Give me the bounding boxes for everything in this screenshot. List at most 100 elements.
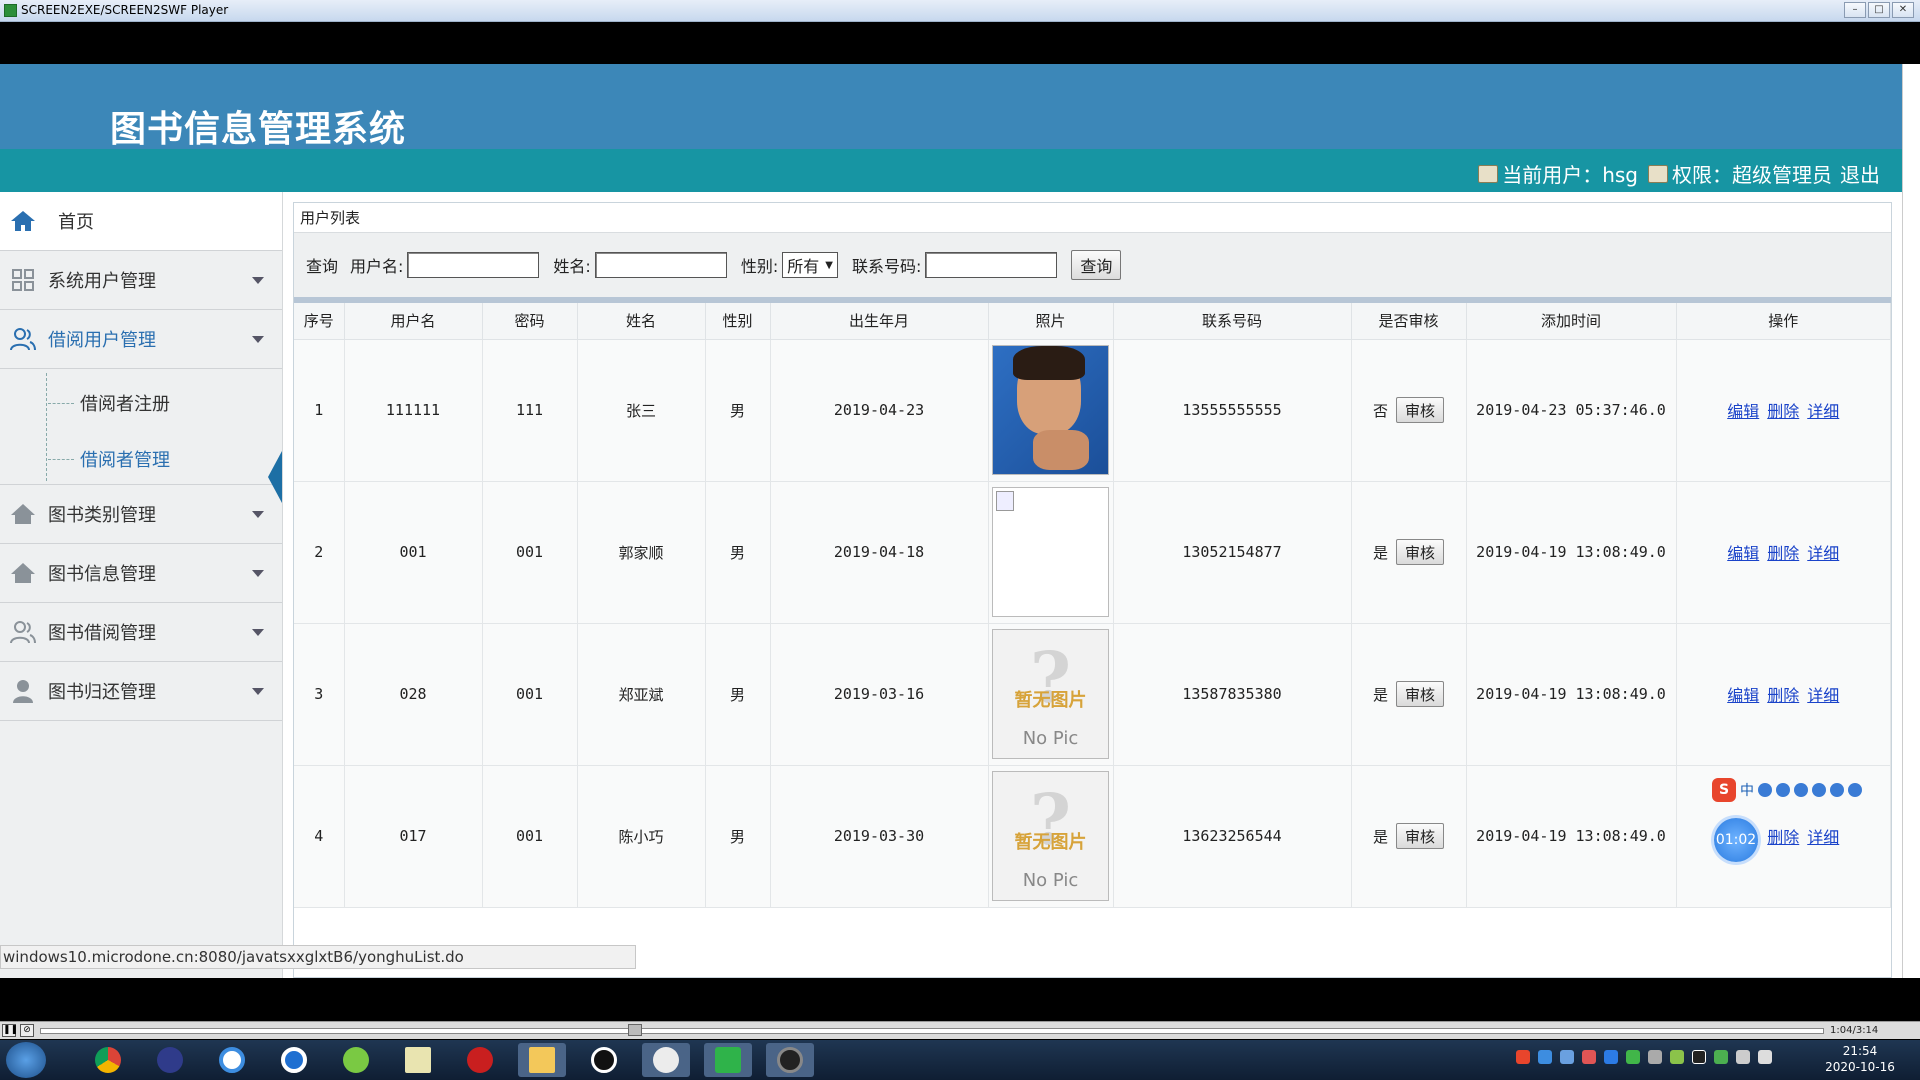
sogou-icon: S (1712, 778, 1736, 802)
col-header: 用户名 (344, 303, 483, 340)
edit-link[interactable]: 编辑 (1727, 402, 1759, 421)
cell-added: 2019-04-19 13:08:49.0 (1466, 623, 1677, 766)
name-input[interactable] (594, 252, 727, 278)
timer-bubble[interactable]: 01:02 (1714, 818, 1758, 862)
chrome-icon[interactable] (84, 1043, 132, 1077)
sogou-tray-icon[interactable] (1516, 1050, 1530, 1064)
edit-link[interactable]: 编辑 (1727, 544, 1759, 563)
logout-link[interactable]: 退出 (1840, 159, 1880, 188)
volume-icon[interactable] (1648, 1050, 1662, 1064)
video-player-bar: ❚❚ ⊘ 1:04/3:14 (0, 1021, 1920, 1039)
cell-no: 4 (294, 765, 345, 908)
wechat-tray-icon[interactable] (1626, 1050, 1640, 1064)
edit-link[interactable]: 编辑 (1727, 686, 1759, 705)
flash-icon[interactable] (456, 1043, 504, 1077)
detail-link[interactable]: 详细 (1807, 544, 1839, 563)
stop-icon[interactable]: ⊘ (20, 1024, 34, 1037)
sidebar-item-home[interactable]: 首页 (0, 192, 282, 251)
clock-date: 2020-10-16 (1825, 1060, 1895, 1074)
audit-button[interactable]: 审核 (1396, 539, 1445, 565)
pause-icon[interactable]: ❚❚ (2, 1024, 18, 1037)
sidebar-item-system-users[interactable]: 系统用户管理 (0, 251, 282, 310)
system-title: 图书信息管理系统 (110, 109, 407, 150)
search-button[interactable]: 查询 (1071, 250, 1122, 280)
page-scrollbar[interactable] (1902, 64, 1920, 978)
house-icon (10, 502, 36, 526)
cell-audit: 是审核 (1351, 623, 1467, 766)
network-tray-icon[interactable] (1758, 1050, 1772, 1064)
menu-grid-icon[interactable] (1848, 783, 1862, 797)
network-icon[interactable] (208, 1043, 256, 1077)
sidebar-item-label: 借阅用户管理 (48, 330, 156, 351)
ime-toolbar[interactable]: S 中 (1712, 776, 1862, 804)
taskbar-clock[interactable]: 21:54 2020-10-16 (1820, 1043, 1900, 1075)
table-row: 4 017 001 陈小巧男 2019-03-30? 暂无图片 No Pic 13623256… (294, 765, 1891, 908)
keyboard-icon[interactable] (1812, 783, 1826, 797)
ime-mode[interactable]: 中 (1740, 780, 1754, 800)
delete-link[interactable]: 删除 (1767, 828, 1799, 847)
tray-icon[interactable] (1538, 1050, 1552, 1064)
folder-icon[interactable] (518, 1043, 566, 1077)
cell-phone: 13555555555 (1113, 339, 1352, 482)
close-button[interactable]: ✕ (1892, 2, 1914, 18)
qq-icon[interactable] (580, 1043, 628, 1077)
cell-username: 017 (344, 765, 483, 908)
detail-link[interactable]: 详细 (1807, 828, 1839, 847)
skin-icon[interactable] (1830, 783, 1844, 797)
sidebar-subitem-manage[interactable]: 借阅者管理 (48, 439, 170, 479)
mic-icon[interactable] (1794, 783, 1808, 797)
speaker-icon[interactable] (1736, 1050, 1750, 1064)
ime-punct-icon[interactable] (1758, 783, 1772, 797)
app-green-icon[interactable] (332, 1043, 380, 1077)
username-input[interactable] (407, 252, 540, 278)
sidebar-item-book-return[interactable]: 图书归还管理 (0, 662, 282, 721)
cell-password: 001 (482, 765, 578, 908)
gender-select[interactable]: 所有 ▼ (782, 252, 838, 278)
maximize-button[interactable]: □ (1868, 2, 1890, 18)
delete-link[interactable]: 删除 (1767, 402, 1799, 421)
emoji-icon[interactable] (1776, 783, 1790, 797)
cell-no: 2 (294, 481, 345, 624)
users-icon (10, 327, 36, 351)
tray-icon[interactable] (1714, 1050, 1728, 1064)
recorder-icon[interactable] (766, 1043, 814, 1077)
audit-button[interactable]: 审核 (1396, 823, 1445, 849)
delete-link[interactable]: 删除 (1767, 544, 1799, 563)
shield-icon[interactable] (1604, 1050, 1618, 1064)
detail-link[interactable]: 详细 (1807, 686, 1839, 705)
audit-button[interactable]: 审核 (1396, 397, 1445, 423)
search-prefix: 查询 (306, 257, 339, 276)
col-header: 姓名 (577, 303, 706, 340)
phone-input[interactable] (925, 252, 1058, 278)
minimize-button[interactable]: – (1844, 2, 1866, 18)
col-header: 联系号码 (1113, 303, 1352, 340)
player-app-icon[interactable] (704, 1043, 752, 1077)
player-time: 1:04/3:14 (1830, 1025, 1879, 1036)
sidebar-item-borrower-users[interactable]: 借阅用户管理 (0, 310, 282, 369)
chevron-down-icon (252, 688, 264, 695)
start-button[interactable] (6, 1042, 46, 1078)
gender-label: 性别: (740, 257, 779, 276)
tray-icon[interactable] (1582, 1050, 1596, 1064)
audit-button[interactable]: 审核 (1396, 681, 1445, 707)
document-icon[interactable] (394, 1043, 442, 1077)
sidebar-item-book-info[interactable]: 图书信息管理 (0, 544, 282, 603)
seek-thumb[interactable] (628, 1024, 642, 1036)
cell-photo (988, 481, 1114, 624)
editor-icon[interactable] (146, 1043, 194, 1077)
sidebar-subitem-register[interactable]: 借阅者注册 (48, 383, 170, 423)
sidebar-item-book-borrow[interactable]: 图书借阅管理 (0, 603, 282, 662)
wechat-icon[interactable] (642, 1043, 690, 1077)
qq-tray-icon[interactable] (1692, 1050, 1706, 1064)
subitem-label: 借阅者管理 (80, 450, 170, 471)
delete-link[interactable]: 删除 (1767, 686, 1799, 705)
seek-track[interactable] (40, 1028, 1824, 1034)
tray-icon[interactable] (1560, 1050, 1574, 1064)
detail-link[interactable]: 详细 (1807, 402, 1839, 421)
tray-icon[interactable] (1670, 1050, 1684, 1064)
web-page: 图书信息管理系统 当前用户：hsg 权限：超级管理员 退出 首页 系统用户管理 (0, 64, 1902, 978)
cell-username: 111111 (344, 339, 483, 482)
sidebar-item-book-category[interactable]: 图书类别管理 (0, 485, 282, 544)
cell-added: 2019-04-23 05:37:46.0 (1466, 339, 1677, 482)
qq-browser-icon[interactable] (270, 1043, 318, 1077)
